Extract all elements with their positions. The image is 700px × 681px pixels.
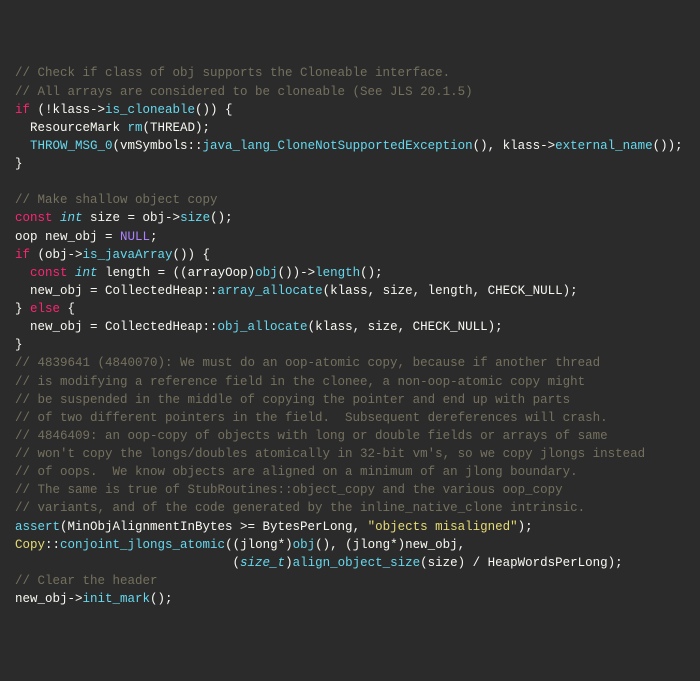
code: ResourceMark [15, 121, 128, 135]
comment: // of oops. We know objects are aligned … [15, 465, 578, 479]
comment: // All arrays are considered to be clone… [15, 85, 473, 99]
type-sizet: size_t [240, 556, 285, 570]
code: new_obj = CollectedHeap:: [15, 320, 218, 334]
code: (), (jlong*)new_obj, [315, 538, 465, 552]
string-literal: "objects misaligned" [368, 520, 518, 534]
keyword-const: const [15, 211, 53, 225]
code: (size) / HeapWordsPerLong); [420, 556, 623, 570]
code: (); [150, 592, 173, 606]
type-int: int [60, 211, 83, 225]
method-call: obj [293, 538, 316, 552]
comment: // of two different pointers in the fiel… [15, 411, 608, 425]
method-call: THROW_MSG_0 [30, 139, 113, 153]
code: (MinObjAlignmentInBytes >= BytesPerLong, [60, 520, 368, 534]
comment: // won't copy the longs/doubles atomical… [15, 447, 645, 461]
keyword-if: if [15, 103, 30, 117]
code: new_obj = CollectedHeap:: [15, 284, 218, 298]
code: } [15, 338, 23, 352]
method-call: array_allocate [218, 284, 323, 298]
code-block: // Check if class of obj supports the Cl… [15, 64, 685, 608]
code: ( [15, 556, 240, 570]
code: (obj-> [30, 248, 83, 262]
comment: // be suspended in the middle of copying… [15, 393, 570, 407]
method-call: assert [15, 520, 60, 534]
comment: // variants, and of the code generated b… [15, 501, 585, 515]
null-literal: NULL [120, 230, 150, 244]
code: (vmSymbols:: [113, 139, 203, 153]
comment: // 4846409: an oop-copy of objects with … [15, 429, 608, 443]
method-call: external_name [555, 139, 653, 153]
code: new_obj-> [15, 592, 83, 606]
code: :: [45, 538, 60, 552]
comment: // Clear the header [15, 574, 158, 588]
code: (), klass-> [473, 139, 556, 153]
code: length = ((arrayOop) [98, 266, 256, 280]
code: ()) { [173, 248, 211, 262]
method-call: obj [255, 266, 278, 280]
method-call: align_object_size [293, 556, 421, 570]
method-call: length [315, 266, 360, 280]
comment: // 4839641 (4840070): We must do an oop-… [15, 356, 600, 370]
comment: // The same is true of StubRoutines::obj… [15, 483, 563, 497]
comment: // Check if class of obj supports the Cl… [15, 66, 450, 80]
code: (!klass-> [30, 103, 105, 117]
code: ())-> [278, 266, 316, 280]
code: ); [518, 520, 533, 534]
keyword-const: const [30, 266, 68, 280]
method-call: java_lang_CloneNotSupportedException [203, 139, 473, 153]
method-call: conjoint_jlongs_atomic [60, 538, 225, 552]
keyword-if: if [15, 248, 30, 262]
code: ()); [653, 139, 683, 153]
comment: // is modifying a reference field in the… [15, 375, 585, 389]
method-call: size [180, 211, 210, 225]
code: oop new_obj = [15, 230, 120, 244]
code: (); [210, 211, 233, 225]
code: ; [150, 230, 158, 244]
code: ) [285, 556, 293, 570]
method-call: rm [128, 121, 143, 135]
class-name: Copy [15, 538, 45, 552]
code: } [15, 302, 30, 316]
code: (klass, size, length, CHECK_NULL); [323, 284, 578, 298]
comment: // Make shallow object copy [15, 193, 218, 207]
code: } [15, 157, 23, 171]
code: (klass, size, CHECK_NULL); [308, 320, 503, 334]
keyword-else: else [30, 302, 60, 316]
code: (THREAD); [143, 121, 211, 135]
method-call: is_cloneable [105, 103, 195, 117]
method-call: is_javaArray [83, 248, 173, 262]
code: ((jlong*) [225, 538, 293, 552]
method-call: init_mark [83, 592, 151, 606]
code: (); [360, 266, 383, 280]
method-call: obj_allocate [218, 320, 308, 334]
type-int: int [75, 266, 98, 280]
code: { [60, 302, 75, 316]
code: size = obj-> [83, 211, 181, 225]
code: ()) { [195, 103, 233, 117]
